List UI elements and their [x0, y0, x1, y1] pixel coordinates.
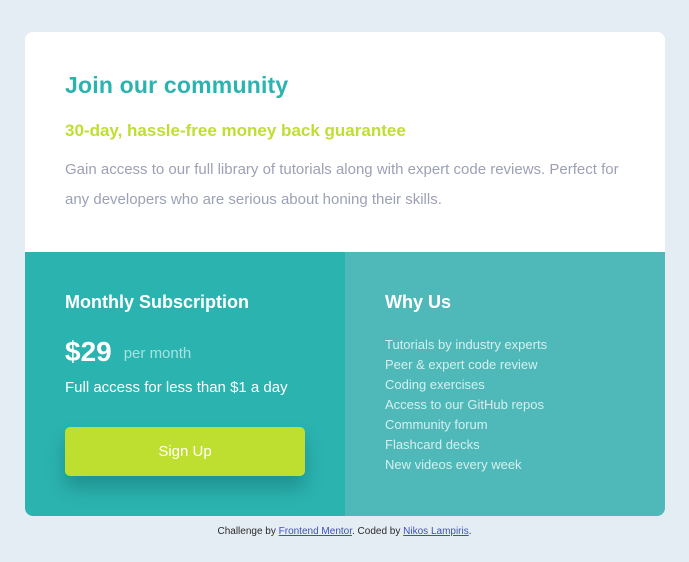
- attribution-footer: Challenge by Frontend Mentor. Coded by N…: [0, 526, 689, 537]
- subscription-section: Monthly Subscription $29 per month Full …: [25, 252, 345, 516]
- why-us-heading: Why Us: [385, 292, 452, 312]
- author-link[interactable]: Nikos Lampiris: [403, 526, 469, 537]
- list-item: Access to our GitHub repos: [385, 397, 544, 412]
- list-item: New videos every week: [385, 457, 522, 472]
- footer-suffix: .: [468, 526, 472, 537]
- why-us-list: Tutorials by industry experts Peer & exp…: [385, 335, 547, 475]
- price-note: Full access for less than $1 a day: [65, 379, 288, 396]
- footer-prefix: Challenge by: [217, 526, 279, 537]
- community-section: Join our community 30-day, hassle-free m…: [25, 32, 665, 252]
- price-period: per month: [123, 344, 192, 362]
- page-title: Join our community: [65, 72, 289, 98]
- community-description: Gain access to our full library of tutor…: [65, 161, 619, 208]
- list-item: Peer & expert code review: [385, 357, 538, 372]
- footer-middle: . Coded by: [352, 526, 404, 537]
- list-item: Tutorials by industry experts: [385, 337, 548, 352]
- price-row: $29 per month: [65, 336, 191, 368]
- guarantee-subtitle: 30-day, hassle-free money back guarantee: [65, 121, 406, 140]
- pricing-card: Join our community 30-day, hassle-free m…: [25, 32, 665, 516]
- list-item: Community forum: [385, 417, 488, 432]
- price-amount: $29: [65, 336, 112, 367]
- subscription-heading: Monthly Subscription: [65, 292, 249, 312]
- list-item: Flashcard decks: [385, 437, 480, 452]
- why-us-section: Why Us Tutorials by industry experts Pee…: [345, 252, 665, 516]
- sign-up-button[interactable]: Sign Up: [65, 427, 305, 476]
- list-item: Coding exercises: [385, 377, 485, 392]
- frontend-mentor-link[interactable]: Frontend Mentor: [279, 526, 352, 537]
